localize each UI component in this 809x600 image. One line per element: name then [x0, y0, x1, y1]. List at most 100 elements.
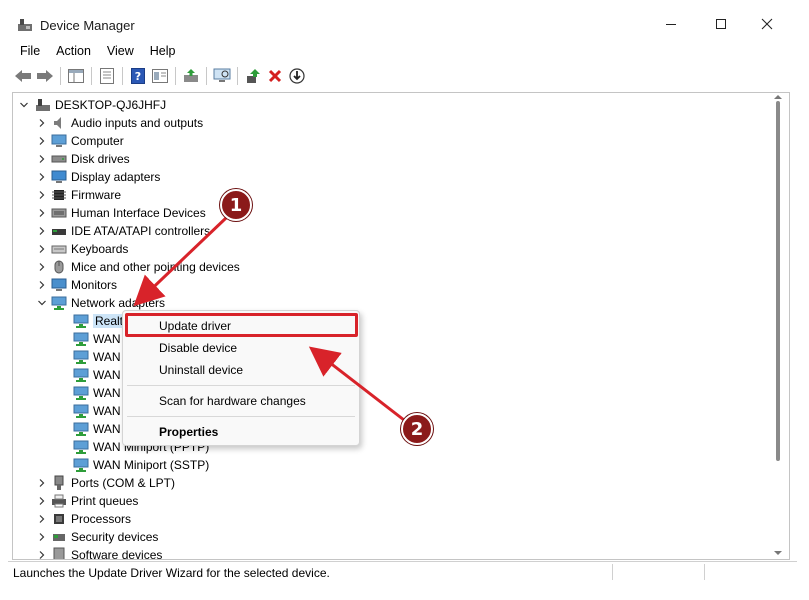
chevron-right-icon[interactable] [37, 280, 47, 290]
tree-category[interactable]: Computer [37, 132, 124, 150]
enable-device-button[interactable] [242, 65, 264, 87]
chevron-down-icon[interactable] [19, 100, 29, 110]
network-adapter-item[interactable]: WAN [73, 330, 121, 348]
tree-category[interactable]: Audio inputs and outputs [37, 114, 203, 132]
chevron-right-icon[interactable] [37, 244, 47, 254]
tree-category[interactable]: Processors [37, 510, 131, 528]
uninstall-device-menu-item[interactable]: Uninstall device [159, 363, 243, 377]
tree-category-label: Disk drives [71, 152, 130, 166]
network-adapter-item[interactable]: WAN Miniport (SSTP) [73, 456, 209, 474]
tree-category[interactable]: Display adapters [37, 168, 160, 186]
chevron-right-icon[interactable] [37, 262, 47, 272]
forward-button[interactable] [34, 65, 56, 87]
tree-category-label: Keyboards [71, 242, 129, 256]
tree-category-label: Security devices [71, 530, 159, 544]
help-button[interactable]: ? [127, 65, 149, 87]
tree-root[interactable]: DESKTOP-QJ6JHFJ [19, 96, 166, 114]
chevron-down-icon[interactable] [37, 298, 47, 308]
network-adapter-icon [73, 422, 89, 436]
menu-help[interactable]: Help [142, 42, 184, 62]
printer-icon [52, 494, 66, 508]
close-icon [761, 18, 773, 30]
tree-category[interactable]: Print queues [37, 492, 138, 510]
toolbar-separator [122, 67, 123, 85]
svg-text:?: ? [135, 70, 141, 83]
network-adapter-item[interactable]: WAN [73, 402, 121, 420]
menu-action[interactable]: Action [48, 42, 99, 62]
network-adapter-item[interactable]: Realt [73, 312, 126, 330]
network-adapter-item[interactable]: WAN [73, 384, 121, 402]
menu-file[interactable]: File [12, 42, 48, 62]
monitor-icon [51, 134, 67, 147]
network-adapter-label: WAN [93, 332, 121, 346]
tree-category[interactable]: Ports (COM & LPT) [37, 474, 175, 492]
title-bar: Device Manager [0, 0, 809, 40]
chevron-right-icon[interactable] [37, 496, 47, 506]
chevron-right-icon[interactable] [37, 136, 47, 146]
scan-hardware-menu-item[interactable]: Scan for hardware changes [159, 394, 306, 408]
update-driver-menu-item[interactable]: Update driver [159, 319, 231, 333]
tree-category[interactable]: Software devices [37, 546, 162, 559]
tree-category[interactable]: Mice and other pointing devices [37, 258, 240, 276]
chevron-right-icon[interactable] [37, 550, 47, 559]
chevron-right-icon[interactable] [37, 478, 47, 488]
view-icon [152, 69, 168, 83]
processor-icon [54, 514, 64, 524]
chevron-right-icon[interactable] [37, 532, 47, 542]
network-adapter-icon [51, 296, 67, 310]
chevron-right-icon[interactable] [37, 154, 47, 164]
uninstall-button[interactable] [264, 65, 286, 87]
chevron-right-icon[interactable] [37, 118, 47, 128]
scan-hardware-button[interactable] [211, 65, 233, 87]
maximize-button[interactable] [698, 8, 744, 40]
context-menu-separator [127, 385, 355, 386]
tree-category[interactable]: Monitors [37, 276, 117, 294]
enable-device-icon [247, 69, 260, 83]
disable-device-button[interactable] [286, 65, 308, 87]
disable-device-menu-item[interactable]: Disable device [159, 341, 237, 355]
menu-view[interactable]: View [99, 42, 142, 62]
tree-category-label: Mice and other pointing devices [71, 260, 240, 274]
back-button[interactable] [12, 65, 34, 87]
tree-category[interactable]: Firmware [37, 186, 121, 204]
network-adapter-item[interactable]: WAN [73, 420, 121, 438]
security-device-icon [53, 534, 65, 541]
tree-category[interactable]: Keyboards [37, 240, 128, 258]
tree-category[interactable]: Human Interface Devices [37, 204, 206, 222]
tree-category[interactable]: Security devices [37, 528, 158, 546]
device-manager-icon [18, 19, 32, 31]
tree-category[interactable]: IDE ATA/ATAPI controllers [37, 222, 210, 240]
properties-button[interactable] [96, 65, 118, 87]
status-text: Launches the Update Driver Wizard for th… [13, 566, 330, 580]
show-hide-tree-button[interactable] [65, 65, 87, 87]
update-driver-toolbar-button[interactable] [180, 65, 202, 87]
chevron-right-icon[interactable] [37, 226, 47, 236]
tree-category-label: IDE ATA/ATAPI controllers [71, 224, 211, 238]
scroll-up-icon[interactable] [773, 93, 783, 101]
scroll-down-icon[interactable] [773, 549, 783, 557]
chevron-right-icon[interactable] [37, 208, 47, 218]
chevron-right-icon[interactable] [37, 190, 47, 200]
network-adapter-item[interactable]: WAN [73, 366, 121, 384]
annotation-badge-2: 2 [401, 413, 433, 445]
chevron-right-icon[interactable] [37, 514, 47, 524]
properties-menu-item[interactable]: Properties [159, 425, 218, 439]
toolbar: ? [12, 64, 308, 88]
forward-arrow-icon [37, 70, 53, 82]
tree-category-label: Firmware [71, 188, 121, 202]
tree-category-label: Ports (COM & LPT) [71, 476, 176, 490]
network-adapter-item[interactable]: WAN [73, 348, 121, 366]
download-icon [289, 68, 305, 84]
context-menu: Update driver Disable device Uninstall d… [122, 310, 360, 446]
network-adapter-label: WAN [93, 368, 121, 382]
minimize-button[interactable] [648, 8, 694, 40]
vertical-scrollbar-thumb[interactable] [776, 101, 780, 461]
toolbar-separator [175, 67, 176, 85]
hid-icon [51, 208, 67, 218]
chevron-right-icon[interactable] [37, 172, 47, 182]
tree-category[interactable]: Disk drives [37, 150, 130, 168]
close-button[interactable] [744, 8, 790, 40]
device-manager-window: Device Manager File Action View Help ? D… [0, 0, 809, 600]
network-adapter-icon [73, 332, 89, 346]
view-button[interactable] [149, 65, 171, 87]
